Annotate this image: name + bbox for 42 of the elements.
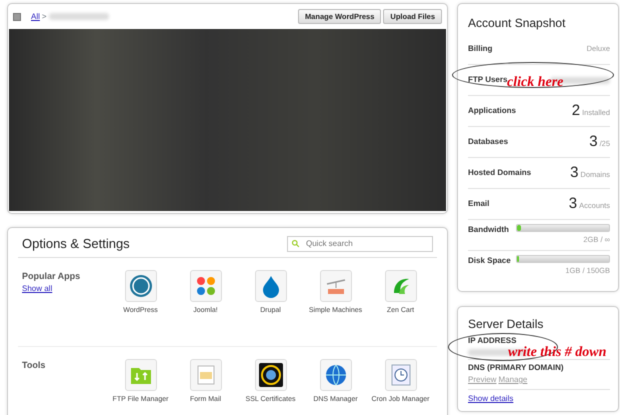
- globe-icon: [324, 362, 348, 386]
- circle-logo-icon: [128, 274, 152, 298]
- show-all-link[interactable]: Show all: [22, 283, 52, 295]
- seal-icon: [258, 362, 282, 386]
- row-label: Databases: [468, 136, 508, 148]
- section-title: Popular Apps: [22, 270, 80, 283]
- show-details-link[interactable]: Show details: [468, 393, 514, 405]
- app-tile[interactable]: [124, 270, 156, 302]
- app-tile[interactable]: [320, 270, 352, 302]
- breadcrumb-link[interactable]: All: [31, 10, 40, 22]
- count-value: 2: [572, 103, 580, 118]
- count-value: 3: [589, 134, 598, 150]
- panel-title: Account Snapshot: [468, 15, 566, 32]
- collapse-icon[interactable]: [13, 12, 21, 20]
- app-tile[interactable]: [124, 358, 156, 390]
- count-value: 3: [570, 165, 578, 180]
- search-icon: [291, 238, 300, 248]
- field-label: DNS (PRIMARY DOMAIN): [468, 362, 565, 374]
- row-label: Bandwidth: [468, 224, 509, 236]
- app-tile[interactable]: [190, 270, 222, 302]
- row-label: Hosted Domains: [468, 167, 532, 179]
- clock-icon: [388, 362, 412, 386]
- row-label: Billing: [468, 43, 492, 55]
- count-value: 3: [568, 196, 578, 212]
- row-label: Disk Space: [468, 255, 511, 267]
- annotation-text: click here: [507, 74, 564, 92]
- search-field[interactable]: Quick search: [287, 236, 433, 252]
- field-label: IP ADDRESS: [468, 335, 518, 346]
- row-label: Email: [468, 198, 490, 210]
- section-title: Tools: [22, 358, 46, 372]
- panel-title: Server Details: [468, 316, 544, 333]
- row-label: Applications: [468, 105, 516, 117]
- app-tile[interactable]: [190, 358, 222, 390]
- app-tile[interactable]: [320, 358, 352, 390]
- app-tile[interactable]: [384, 358, 416, 390]
- app-tile[interactable]: [254, 270, 286, 302]
- app-tile[interactable]: [254, 358, 286, 390]
- app-tile[interactable]: [384, 270, 416, 302]
- breadcrumb-separator: >: [42, 10, 47, 22]
- row-label: FTP Users: [468, 74, 508, 84]
- panel-title: Options & Settings: [22, 235, 130, 253]
- blurred-domain: [48, 13, 109, 20]
